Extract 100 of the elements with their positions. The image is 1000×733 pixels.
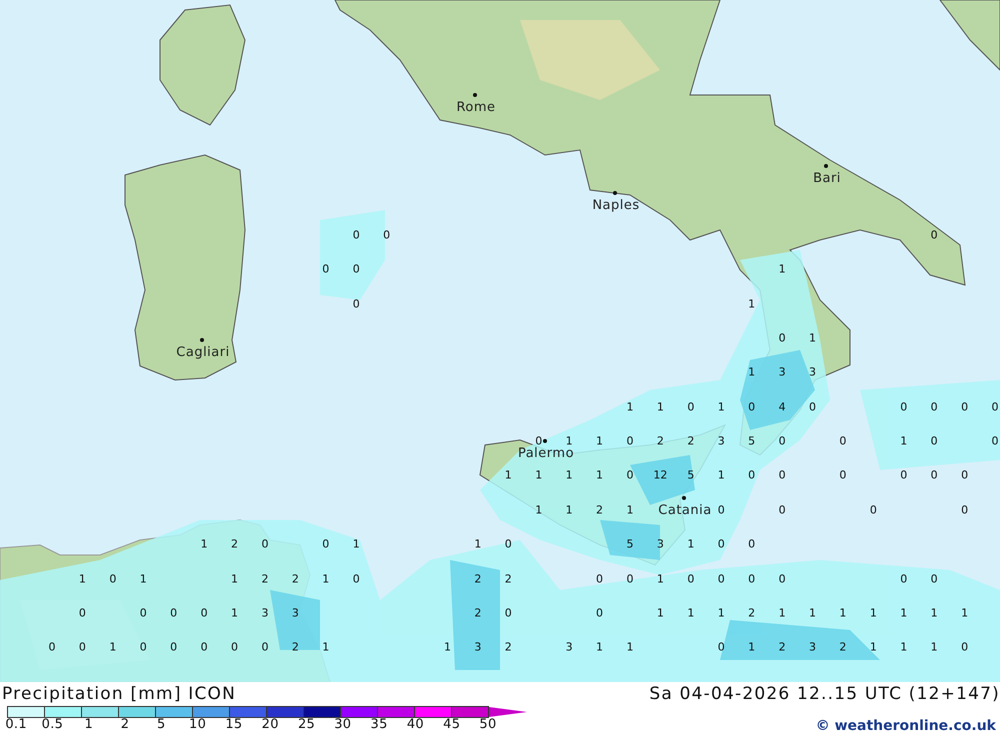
precipitation-value: 1: [718, 470, 725, 481]
precipitation-value: 2: [656, 436, 664, 447]
precipitation-value: 0: [778, 436, 786, 447]
precipitation-value: 1: [626, 504, 634, 516]
copyright-link[interactable]: © weatheronline.co.uk: [816, 718, 996, 733]
precipitation-value: 1: [322, 573, 330, 584]
scale-label: 1: [83, 718, 94, 731]
scale-label: 35: [370, 718, 389, 731]
precipitation-value: 2: [474, 607, 482, 618]
precipitation-value: 1: [718, 607, 725, 618]
precipitation-value: 1: [656, 401, 664, 412]
precipitation-value: 2: [596, 504, 604, 516]
precipitation-value: 0: [930, 230, 938, 240]
precipitation-value: 0: [352, 298, 360, 310]
precipitation-value: 1: [474, 538, 482, 550]
precipitation-value: 0: [718, 538, 725, 550]
city-dot-icon: [682, 496, 686, 500]
precipitation-value: 1: [687, 607, 694, 618]
precipitation-value: 1: [656, 573, 664, 584]
precipitation-value: 0: [383, 230, 390, 240]
precipitation-value: 1: [687, 538, 694, 550]
precipitation-value: 1: [322, 642, 330, 653]
precipitation-value: 0: [778, 332, 786, 344]
precipitation-value: 1: [566, 504, 573, 516]
precipitation-value: 1: [231, 607, 238, 618]
city-dot-icon: [543, 439, 547, 443]
precipitation-value: 5: [687, 470, 694, 481]
precipitation-value: 0: [48, 642, 56, 653]
city-dot-icon: [473, 93, 477, 97]
precipitation-value: 0: [778, 573, 786, 584]
precipitation-value: 1: [778, 264, 786, 275]
scale-label: 5: [156, 718, 167, 731]
precipitation-value: 1: [535, 470, 542, 481]
precipitation-value: 5: [626, 538, 634, 550]
precipitation-value: 2: [261, 573, 268, 584]
scale-label: 10: [188, 718, 208, 731]
precipitation-value: 0: [748, 573, 756, 584]
scale-label: 0.5: [40, 718, 64, 731]
precipitation-value: 1: [748, 298, 756, 310]
precipitation-value: 0: [535, 436, 542, 447]
precipitation-value: 0: [930, 401, 938, 412]
precipitation-value: 1: [200, 538, 208, 550]
precipitation-value: 0: [748, 538, 756, 550]
precipitation-value: 0: [748, 470, 756, 481]
precipitation-value: 1: [870, 642, 877, 653]
precipitation-value: 5: [748, 436, 756, 447]
precipitation-value: 3: [809, 366, 816, 378]
scale-label: 25: [296, 718, 316, 731]
precipitation-value: 0: [778, 470, 786, 481]
precipitation-value: 0: [900, 470, 908, 481]
precipitation-value: 0: [504, 607, 512, 618]
city-label: Cagliari: [176, 346, 230, 359]
precipitation-value: 0: [930, 436, 938, 447]
precipitation-value: 0: [261, 538, 268, 550]
precipitation-value: 2: [778, 642, 786, 653]
precipitation-value: 0: [961, 642, 968, 653]
scale-label: 40: [406, 718, 425, 731]
precipitation-value: 2: [231, 538, 238, 550]
precipitation-value: 1: [535, 504, 542, 516]
precipitation-value: 0: [839, 436, 846, 447]
precipitation-value: 1: [140, 573, 147, 584]
city-dot-icon: [200, 338, 204, 342]
precipitation-value: 0: [992, 401, 999, 412]
precipitation-value: 0: [961, 401, 968, 412]
scale-arrow-icon: [489, 707, 527, 717]
precipitation-value: 1: [961, 607, 968, 618]
precipitation-value: 1: [900, 607, 908, 618]
precipitation-value: 1: [566, 470, 573, 481]
city-label: Catania: [658, 504, 712, 517]
city-dot-icon: [824, 164, 828, 168]
precipitation-value: 0: [961, 470, 968, 481]
scale-label: 2: [120, 718, 130, 731]
precipitation-value: 0: [200, 642, 208, 653]
precipitation-value: 2: [504, 642, 512, 653]
precipitation-value: 2: [474, 573, 482, 584]
precipitation-value: 0: [352, 230, 360, 240]
precipitation-value: 0: [992, 436, 999, 447]
scale-label: 30: [333, 718, 352, 731]
precipitation-value: 1: [596, 470, 604, 481]
precipitation-value: 0: [140, 642, 147, 653]
precipitation-value: 1: [566, 436, 573, 447]
precipitation-value: 2: [292, 642, 299, 653]
precipitation-value: 0: [961, 504, 968, 516]
precipitation-value: 0: [687, 573, 694, 584]
precipitation-value: 2: [504, 573, 512, 584]
city-dot-icon: [613, 191, 617, 195]
precipitation-value: 0: [596, 607, 604, 618]
precipitation-value: 3: [656, 538, 664, 550]
precipitation-value: 0: [930, 573, 938, 584]
precipitation-value: 0: [718, 642, 725, 653]
precipitation-value: 1: [900, 436, 908, 447]
precipitation-value: 1: [930, 642, 938, 653]
precipitation-value: 0: [170, 607, 178, 618]
scale-label: 50: [478, 718, 498, 731]
precipitation-value: 0: [778, 504, 786, 516]
precipitation-value: 0: [231, 642, 238, 653]
precipitation-value: 1: [718, 401, 725, 412]
precipitation-value: 3: [809, 642, 816, 653]
scale-label: 15: [224, 718, 244, 731]
precipitation-value: 0: [900, 573, 908, 584]
